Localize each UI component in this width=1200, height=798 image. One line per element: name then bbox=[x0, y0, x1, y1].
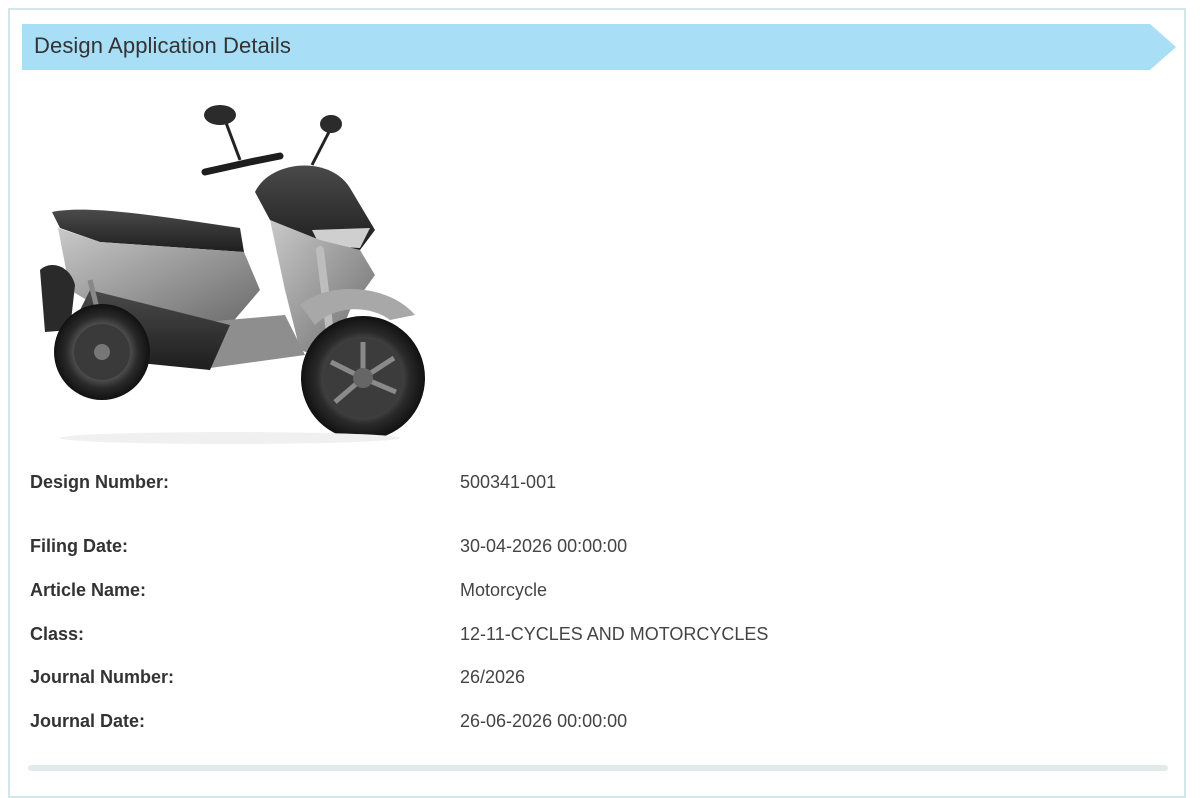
section-title: Design Application Details bbox=[34, 33, 291, 59]
next-section-edge bbox=[28, 765, 1168, 771]
section-header: Design Application Details bbox=[22, 22, 1176, 72]
article-name-label: Article Name: bbox=[30, 580, 146, 601]
filing-date-value: 30-04-2026 00:00:00 bbox=[460, 536, 627, 557]
scooter-image bbox=[30, 100, 440, 450]
detail-row-class: Class: 12-11-CYCLES AND MOTORCYCLES bbox=[30, 624, 1130, 648]
journal-number-value: 26/2026 bbox=[460, 667, 525, 688]
detail-row-design-number: Design Number: 500341-001 bbox=[30, 472, 1130, 496]
class-value: 12-11-CYCLES AND MOTORCYCLES bbox=[460, 624, 768, 645]
detail-row-journal-number: Journal Number: 26/2026 bbox=[30, 667, 1130, 691]
detail-row-journal-date: Journal Date: 26-06-2026 00:00:00 bbox=[30, 711, 1130, 735]
journal-date-value: 26-06-2026 00:00:00 bbox=[460, 711, 627, 732]
article-name-value: Motorcycle bbox=[460, 580, 547, 601]
design-number-value: 500341-001 bbox=[460, 472, 556, 493]
filing-date-label: Filing Date: bbox=[30, 536, 128, 557]
scooter-illustration bbox=[30, 100, 440, 450]
journal-number-label: Journal Number: bbox=[30, 667, 174, 688]
detail-row-article-name: Article Name: Motorcycle bbox=[30, 580, 1130, 604]
detail-row-filing-date: Filing Date: 30-04-2026 00:00:00 bbox=[30, 536, 1130, 560]
class-label: Class: bbox=[30, 624, 84, 645]
design-number-label: Design Number: bbox=[30, 472, 169, 493]
journal-date-label: Journal Date: bbox=[30, 711, 145, 732]
